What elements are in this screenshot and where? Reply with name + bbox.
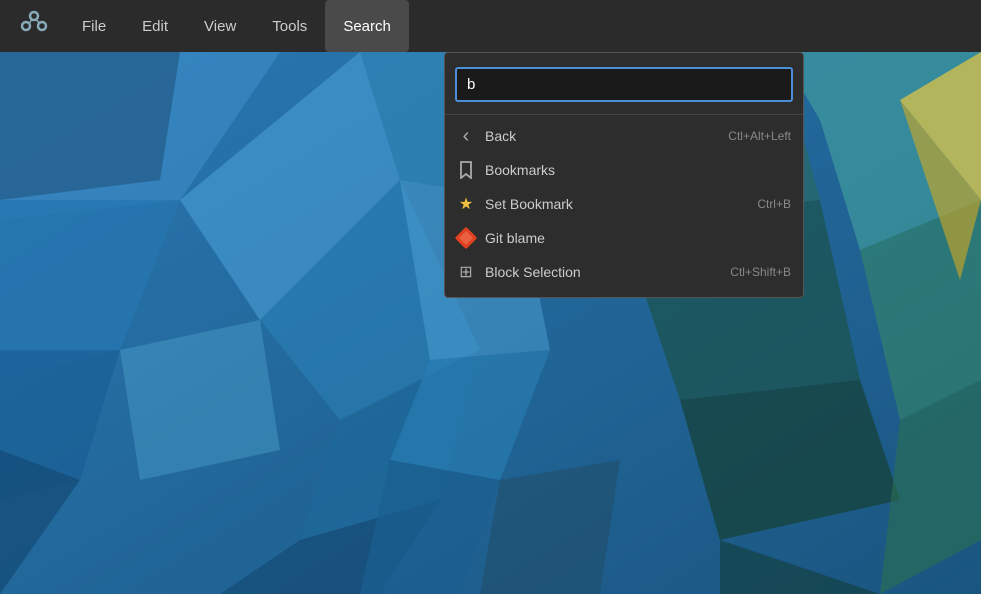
item-label-block-selection: Block Selection — [485, 264, 720, 280]
menu-search[interactable]: Search — [325, 0, 409, 52]
menu-item-git-blame[interactable]: Git blame — [445, 221, 803, 255]
menubar: File Edit View Tools Search — [0, 0, 981, 52]
menu-item-block-selection[interactable]: Block Selection Ctl+Shift+B — [445, 255, 803, 289]
git-icon — [457, 229, 475, 247]
item-label-back: Back — [485, 128, 718, 144]
menu-item-set-bookmark[interactable]: Set Bookmark Ctrl+B — [445, 187, 803, 221]
menu-item-bookmarks[interactable]: Bookmarks — [445, 153, 803, 187]
item-label-bookmarks: Bookmarks — [485, 162, 781, 178]
shortcut-back: Ctl+Alt+Left — [728, 129, 791, 143]
back-icon — [457, 127, 475, 145]
dropdown-divider — [445, 114, 803, 115]
menu-item-back[interactable]: Back Ctl+Alt+Left — [445, 119, 803, 153]
search-input[interactable] — [455, 67, 793, 102]
menu-edit[interactable]: Edit — [124, 0, 186, 52]
shortcut-block-selection: Ctl+Shift+B — [730, 265, 791, 279]
menu-tools[interactable]: Tools — [254, 0, 325, 52]
block-icon — [457, 263, 475, 281]
app-logo — [12, 4, 56, 48]
bookmarks-icon — [457, 161, 475, 179]
search-input-wrap — [445, 61, 803, 112]
item-label-git-blame: Git blame — [485, 230, 781, 246]
menu-file[interactable]: File — [64, 0, 124, 52]
shortcut-set-bookmark: Ctrl+B — [757, 197, 791, 211]
star-icon — [457, 195, 475, 213]
menu-view[interactable]: View — [186, 0, 254, 52]
item-label-set-bookmark: Set Bookmark — [485, 196, 747, 212]
search-dropdown: Back Ctl+Alt+Left Bookmarks Set Bookmark… — [444, 52, 804, 298]
